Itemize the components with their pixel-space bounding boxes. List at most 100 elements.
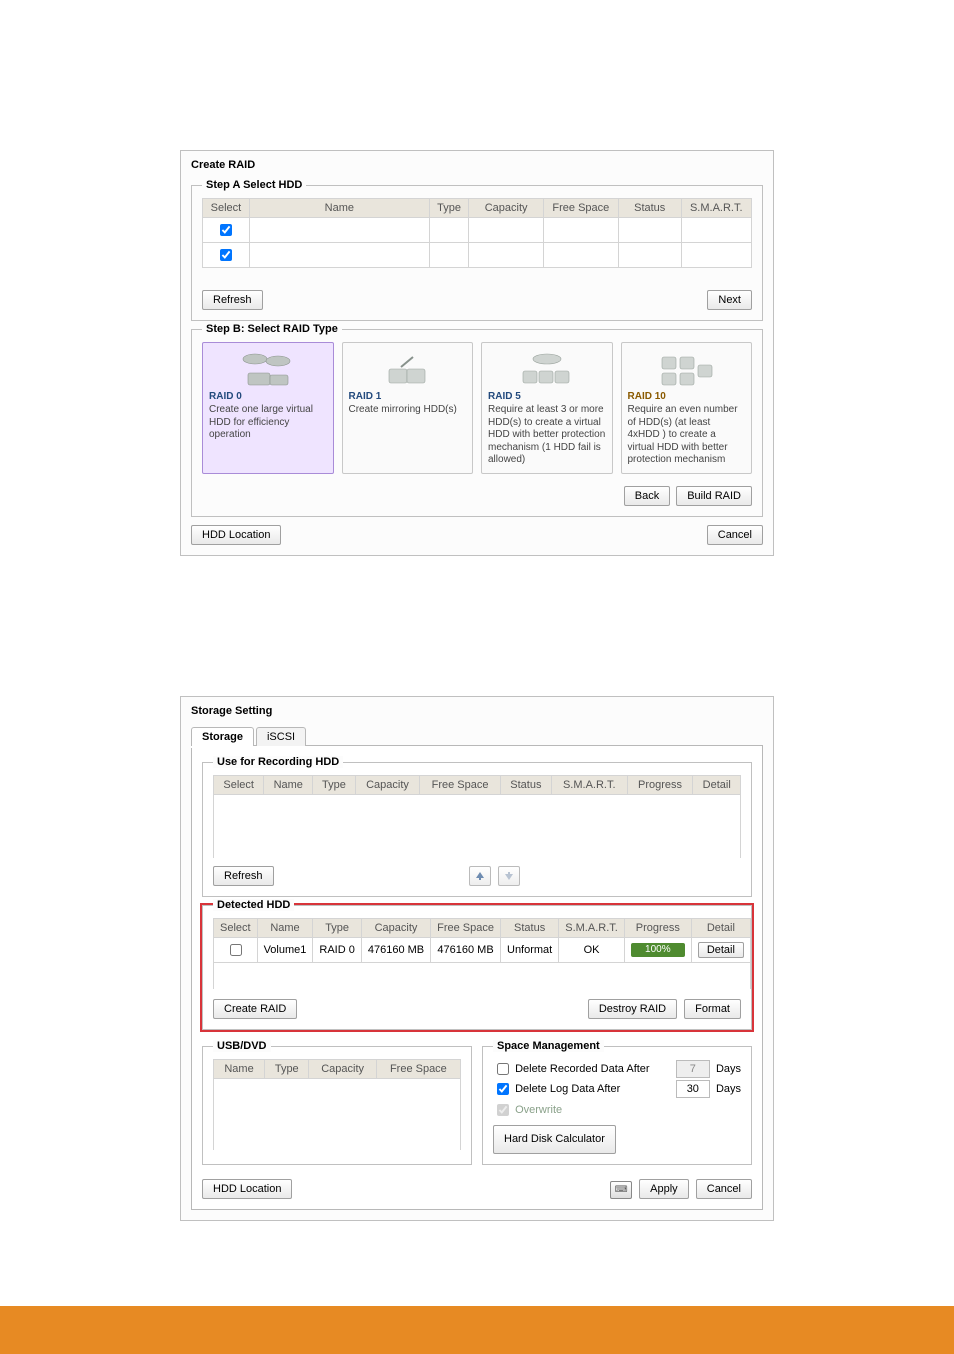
overwrite-label: Overwrite — [515, 1104, 562, 1116]
col-capacity[interactable]: Capacity — [469, 199, 543, 218]
hard-disk-calculator-button[interactable]: Hard Disk Calculator — [493, 1125, 616, 1154]
col-freespace[interactable]: Free Space — [431, 919, 501, 938]
raid-title: RAID 10 — [628, 391, 746, 402]
refresh-button[interactable]: Refresh — [213, 866, 274, 886]
col-capacity[interactable]: Capacity — [355, 775, 419, 794]
usb-legend: USB/DVD — [213, 1040, 271, 1052]
next-button[interactable]: Next — [707, 290, 752, 310]
tab-strip: Storage iSCSI — [191, 723, 763, 746]
detected-select-checkbox[interactable] — [230, 944, 242, 956]
move-up-button[interactable] — [469, 866, 491, 886]
refresh-button[interactable]: Refresh — [202, 290, 263, 310]
col-select[interactable]: Select — [203, 199, 250, 218]
delete-log-checkbox[interactable] — [497, 1083, 509, 1095]
overwrite-checkbox[interactable] — [497, 1104, 509, 1116]
hdd-status: Normal — [618, 218, 681, 243]
step-a-fieldset: Step A Select HDD Select Name Type Capac… — [191, 185, 763, 321]
tab-iscsi[interactable]: iSCSI — [256, 727, 306, 746]
days-unit: Days — [716, 1063, 741, 1075]
tab-storage[interactable]: Storage — [191, 727, 254, 746]
hdd-capacity: 953869 MB — [469, 218, 543, 243]
col-freespace[interactable]: Free Space — [376, 1059, 460, 1078]
col-name[interactable]: Name — [214, 1059, 265, 1078]
col-status[interactable]: Status — [500, 775, 551, 794]
hdd-location-button[interactable]: HDD Location — [202, 1179, 292, 1199]
storage-setting-panel: Storage Setting Storage iSCSI Use for Re… — [180, 696, 774, 1222]
raid-option-raid1[interactable]: RAID 1 Create mirroring HDD(s) — [342, 342, 474, 474]
detected-row[interactable]: Volume1 RAID 0 476160 MB 476160 MB Unfor… — [214, 938, 751, 963]
detected-legend: Detected HDD — [213, 899, 294, 911]
hdd-row[interactable]: SATA-1:WD10EALX-559BA0 N/A 953869 MB 785… — [203, 218, 752, 243]
col-name[interactable]: Name — [249, 199, 429, 218]
col-detail[interactable]: Detail — [693, 775, 741, 794]
raid-thumb-icon — [209, 349, 327, 389]
col-status[interactable]: Status — [501, 919, 559, 938]
empty-row — [214, 794, 741, 858]
col-progress[interactable]: Progress — [624, 919, 691, 938]
create-raid-button[interactable]: Create RAID — [213, 999, 297, 1019]
detected-hdd-fieldset: Detected HDD Select Name Type Capacity F… — [202, 905, 752, 1030]
apply-button[interactable]: Apply — [639, 1179, 689, 1199]
space-legend: Space Management — [493, 1040, 604, 1052]
hdd-name: SATA-2:ST3250312CS — [249, 243, 429, 268]
cancel-button[interactable]: Cancel — [707, 525, 763, 545]
raid-title: RAID 0 — [209, 391, 327, 402]
raid-desc: Create one large virtual HDD for efficie… — [209, 404, 327, 442]
col-capacity[interactable]: Capacity — [309, 1059, 376, 1078]
col-progress[interactable]: Progress — [627, 775, 693, 794]
col-type[interactable]: Type — [313, 919, 361, 938]
hdd-type: N/A — [429, 243, 469, 268]
col-name[interactable]: Name — [257, 919, 313, 938]
col-select[interactable]: Select — [214, 775, 264, 794]
delete-log-label: Delete Log Data After — [515, 1083, 620, 1095]
build-raid-button[interactable]: Build RAID — [676, 486, 752, 506]
col-type[interactable]: Type — [429, 199, 469, 218]
col-detail[interactable]: Detail — [691, 919, 750, 938]
col-smart[interactable]: S.M.A.R.T. — [551, 775, 627, 794]
destroy-raid-button[interactable]: Destroy RAID — [588, 999, 677, 1019]
step-a-table: Select Name Type Capacity Free Space Sta… — [202, 198, 752, 268]
col-select[interactable]: Select — [214, 919, 258, 938]
step-a-legend: Step A Select HDD — [202, 179, 306, 191]
recording-legend: Use for Recording HDD — [213, 756, 343, 768]
step-b-legend: Step B: Select RAID Type — [202, 323, 342, 335]
cancel-button[interactable]: Cancel — [696, 1179, 752, 1199]
col-status[interactable]: Status — [618, 199, 681, 218]
raid-option-raid0[interactable]: RAID 0 Create one large virtual HDD for … — [202, 342, 334, 474]
tab-body: Use for Recording HDD Select Name Type C… — [191, 745, 763, 1211]
back-button[interactable]: Back — [624, 486, 670, 506]
recording-hdd-fieldset: Use for Recording HDD Select Name Type C… — [202, 762, 752, 898]
usb-table: Name Type Capacity Free Space — [213, 1059, 461, 1151]
raid-desc: Require at least 3 or more HDD(s) to cre… — [488, 404, 606, 467]
det-free: 476160 MB — [431, 938, 501, 963]
move-down-button[interactable] — [498, 866, 520, 886]
det-capacity: 476160 MB — [361, 938, 430, 963]
empty-row — [214, 963, 751, 989]
col-freespace[interactable]: Free Space — [420, 775, 501, 794]
detected-table: Select Name Type Capacity Free Space Sta… — [213, 918, 751, 989]
delete-recorded-checkbox[interactable] — [497, 1063, 509, 1075]
format-button[interactable]: Format — [684, 999, 741, 1019]
col-smart[interactable]: S.M.A.R.T. — [559, 919, 625, 938]
hdd-capacity: 238475 MB — [469, 243, 543, 268]
detail-button[interactable]: Detail — [698, 942, 744, 958]
hdd-smart: OK — [681, 218, 752, 243]
raid-thumb-icon — [628, 349, 746, 389]
hdd-row[interactable]: SATA-2:ST3250312CS N/A 238475 MB 12223 M… — [203, 243, 752, 268]
raid-option-raid5[interactable]: RAID 5 Require at least 3 or more HDD(s)… — [481, 342, 613, 474]
keyboard-icon[interactable]: ⌨ — [610, 1181, 632, 1199]
col-name[interactable]: Name — [264, 775, 313, 794]
raid-thumb-icon — [488, 349, 606, 389]
hdd-status: Unformat — [618, 243, 681, 268]
col-capacity[interactable]: Capacity — [361, 919, 430, 938]
col-smart[interactable]: S.M.A.R.T. — [681, 199, 752, 218]
delete-recorded-days-input[interactable] — [676, 1060, 710, 1078]
col-freespace[interactable]: Free Space — [543, 199, 618, 218]
hdd-select-checkbox[interactable] — [220, 249, 232, 261]
hdd-location-button[interactable]: HDD Location — [191, 525, 281, 545]
delete-log-days-input[interactable] — [676, 1080, 710, 1098]
col-type[interactable]: Type — [265, 1059, 309, 1078]
raid-option-raid10[interactable]: RAID 10 Require an even number of HDD(s)… — [621, 342, 753, 474]
hdd-select-checkbox[interactable] — [220, 224, 232, 236]
col-type[interactable]: Type — [313, 775, 356, 794]
